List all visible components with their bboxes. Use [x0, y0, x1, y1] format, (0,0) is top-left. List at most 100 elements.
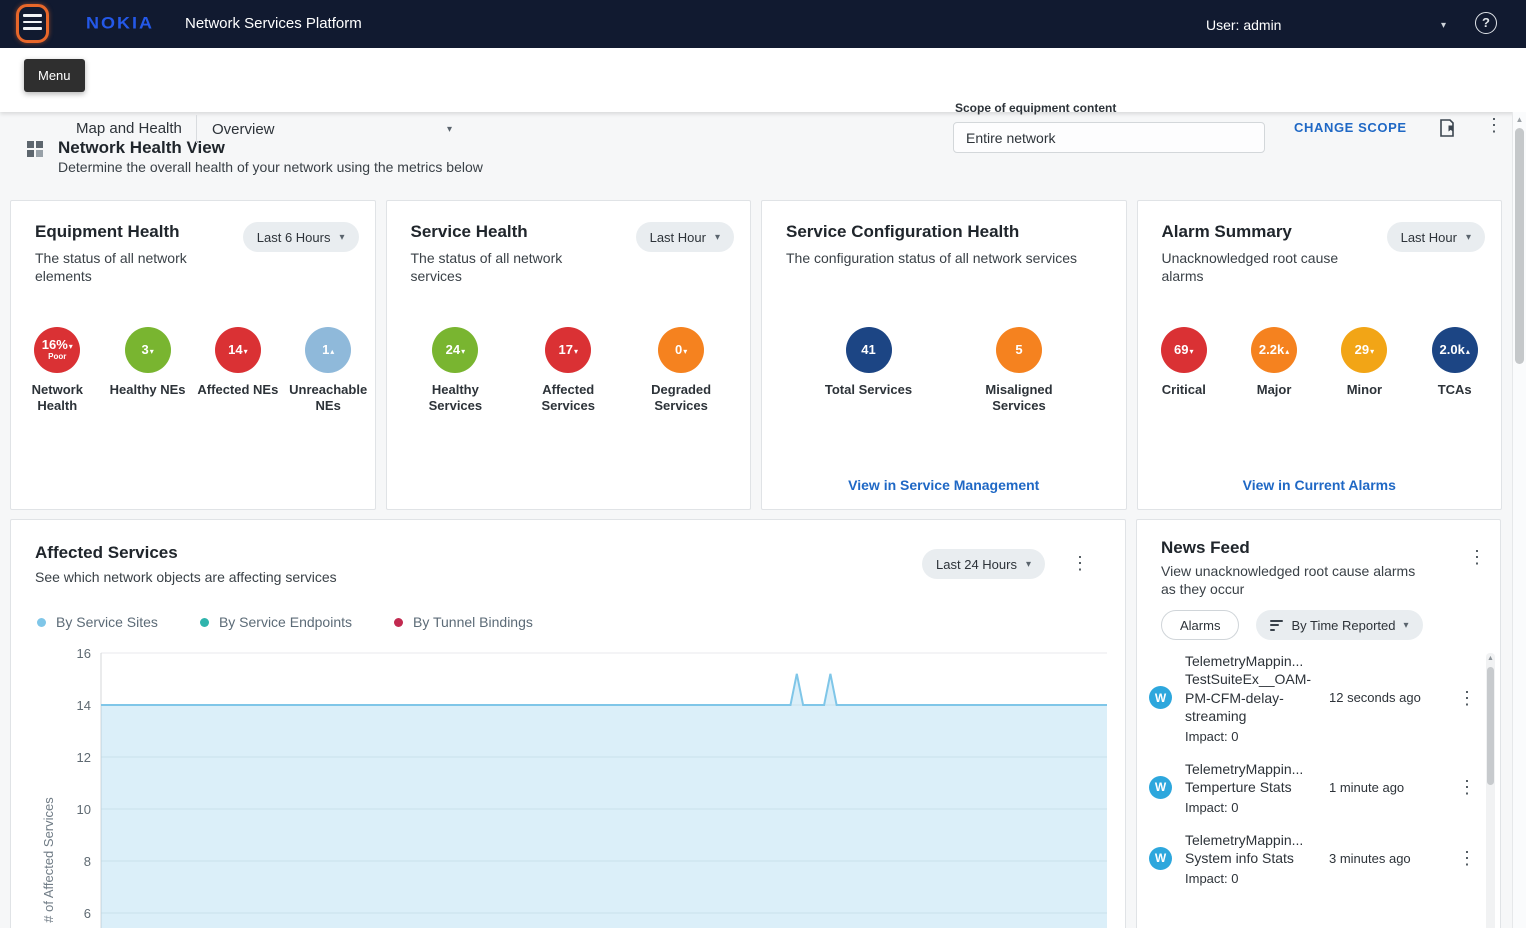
item-kebab-menu[interactable]: ⋮ — [1458, 849, 1476, 867]
warning-severity-badge: W — [1149, 776, 1172, 799]
chevron-down-icon: ▾ — [1441, 20, 1446, 31]
news-list: W TelemetryMappin... TestSuiteEx__OAM-PM… — [1149, 652, 1476, 902]
svg-text:14: 14 — [77, 698, 91, 713]
legend-by-tunnel-bindings[interactable]: By Tunnel Bindings — [394, 614, 533, 630]
chevron-down-icon: ▾ — [339, 232, 344, 243]
trend-icon: ▴ — [1466, 348, 1470, 356]
metric-healthy-nes[interactable]: 3▾ Healthy NEs — [104, 327, 192, 415]
alarm-impact: Impact: 0 — [1185, 729, 1315, 744]
kpi-circle: 1▴ — [305, 327, 351, 373]
metric-degraded-services[interactable]: 0▾ Degraded Services — [637, 327, 725, 415]
user-menu[interactable]: User: admin ▾ — [1206, 13, 1446, 37]
user-label: User: admin — [1206, 17, 1281, 33]
screen: NOKIA Network Services Platform User: ad… — [0, 0, 1526, 928]
trend-icon: ▾ — [244, 348, 248, 356]
view-in-current-alarms-link[interactable]: View in Current Alarms — [1138, 477, 1502, 493]
kpi-cards-row: Equipment Health The status of all netwo… — [10, 200, 1502, 510]
sort-by-dropdown[interactable]: By Time Reported ▾ — [1256, 610, 1422, 640]
time-filter-dropdown[interactable]: Last Hour▾ — [636, 222, 734, 252]
affected-services-panel: Affected Services See which network obje… — [10, 519, 1126, 928]
alarm-title: TelemetryMappin... — [1185, 831, 1315, 849]
kpi-circle: 2.0k▴ — [1432, 327, 1478, 373]
svg-text:# of Affected Services: # of Affected Services — [41, 797, 56, 923]
scroll-up-icon[interactable]: ▲ — [1486, 655, 1495, 662]
alarm-time: 3 minutes ago — [1329, 851, 1429, 866]
legend-by-service-endpoints[interactable]: By Service Endpoints — [200, 614, 352, 630]
scroll-up-icon[interactable]: ▲ — [1513, 115, 1526, 124]
metric-affected-nes[interactable]: 14▾ Affected NEs — [194, 327, 282, 415]
time-filter-dropdown[interactable]: Last Hour▾ — [1387, 222, 1485, 252]
metric-tcas[interactable]: 2.0k▴ TCAs — [1411, 327, 1499, 398]
news-item[interactable]: W TelemetryMappin... Temperture Stats Im… — [1149, 760, 1476, 815]
panel-title: Affected Services — [35, 543, 178, 563]
legend-by-service-sites[interactable]: By Service Sites — [37, 614, 158, 630]
equipment-report-icon[interactable] — [1437, 118, 1457, 141]
alarm-title: TelemetryMappin... — [1185, 760, 1315, 778]
card-subtitle: The status of all network elements — [35, 249, 225, 285]
metric-critical-alarms[interactable]: 69▾ Critical — [1140, 327, 1228, 398]
help-button[interactable]: ? — [1475, 12, 1497, 34]
nav-map-and-health[interactable]: Map and Health — [76, 120, 182, 137]
trend-icon: ▾ — [150, 348, 154, 356]
trend-icon: ▾ — [1190, 348, 1194, 356]
metric-total-services[interactable]: 41 Total Services — [825, 327, 913, 415]
card-title: Service Configuration Health — [786, 222, 1077, 242]
affected-services-chart: 1614121086# of Affected Services — [11, 638, 1127, 928]
toolbar-kebab-menu[interactable]: ⋮ — [1485, 116, 1503, 134]
item-kebab-menu[interactable]: ⋮ — [1458, 778, 1476, 796]
metric-minor-alarms[interactable]: 29▾ Minor — [1320, 327, 1408, 398]
time-filter-dropdown[interactable]: Last 6 Hours▾ — [243, 222, 359, 252]
metric-healthy-services[interactable]: 24▾ Healthy Services — [411, 327, 499, 415]
scope-input[interactable] — [953, 122, 1265, 153]
warning-severity-badge: W — [1149, 847, 1172, 870]
kpi-circle: 69▾ — [1161, 327, 1207, 373]
panel-kebab-menu[interactable]: ⋮ — [1071, 554, 1089, 572]
alarm-impact: Impact: 0 — [1185, 871, 1315, 886]
kpi-circle: 14▾ — [215, 327, 261, 373]
metric-network-health[interactable]: 16%▾ Poor Network Health — [13, 327, 101, 415]
scope-label: Scope of equipment content — [955, 101, 1116, 115]
kpi-circle: 24▾ — [432, 327, 478, 373]
alarms-filter-chip[interactable]: Alarms — [1161, 610, 1239, 640]
metric-misaligned-services[interactable]: 5 Misaligned Services — [975, 327, 1063, 415]
service-health-card: Service Health The status of all network… — [386, 200, 752, 510]
warning-severity-badge: W — [1149, 686, 1172, 709]
kpi-circle: 0▾ — [658, 327, 704, 373]
kpi-circle: 17▾ — [545, 327, 591, 373]
view-selector-dropdown[interactable]: Overview ▾ — [212, 114, 452, 144]
panel-title: News Feed — [1161, 538, 1250, 558]
trend-icon: ▾ — [1370, 348, 1374, 356]
trend-icon: ▾ — [69, 343, 73, 351]
change-scope-button[interactable]: CHANGE SCOPE — [1294, 120, 1407, 135]
metric-major-alarms[interactable]: 2.2k▴ Major — [1230, 327, 1318, 398]
time-filter-dropdown[interactable]: Last 24 Hours▾ — [922, 549, 1045, 579]
metric-unreachable-nes[interactable]: 1▴ Unreachable NEs — [284, 327, 372, 415]
news-item[interactable]: W TelemetryMappin... TestSuiteEx__OAM-PM… — [1149, 652, 1476, 744]
toolbar: Map and Health Overview ▾ Scope of equip… — [0, 48, 1526, 112]
alarm-detail: Temperture Stats — [1185, 778, 1315, 796]
news-feed-panel: News Feed ⋮ View unacknowledged root cau… — [1136, 519, 1501, 928]
divider — [196, 115, 197, 143]
menu-button[interactable] — [23, 14, 45, 34]
nokia-logo: NOKIA — [86, 14, 154, 33]
scrollbar-thumb[interactable] — [1515, 128, 1524, 364]
trend-icon: ▴ — [330, 348, 334, 356]
scrollbar-thumb[interactable] — [1487, 667, 1494, 785]
svg-text:16: 16 — [77, 646, 91, 661]
trend-icon: ▴ — [1285, 348, 1289, 356]
item-kebab-menu[interactable]: ⋮ — [1458, 689, 1476, 707]
alarm-detail: System info Stats — [1185, 849, 1315, 867]
panel-kebab-menu[interactable]: ⋮ — [1468, 548, 1486, 566]
app-header: NOKIA Network Services Platform User: ad… — [0, 0, 1526, 48]
news-item[interactable]: W TelemetryMappin... System info Stats I… — [1149, 831, 1476, 886]
chevron-down-icon: ▾ — [1404, 620, 1409, 631]
svg-text:6: 6 — [84, 906, 91, 921]
kpi-circle: 5 — [996, 327, 1042, 373]
news-feed-scrollbar[interactable]: ▲ — [1486, 653, 1495, 928]
kpi-circle: 41 — [846, 327, 892, 373]
card-title: Equipment Health — [35, 222, 225, 242]
card-title: Service Health — [411, 222, 601, 242]
metric-affected-services[interactable]: 17▾ Affected Services — [524, 327, 612, 415]
page-scrollbar[interactable]: ▲ — [1512, 112, 1526, 928]
view-in-service-management-link[interactable]: View in Service Management — [762, 477, 1126, 493]
